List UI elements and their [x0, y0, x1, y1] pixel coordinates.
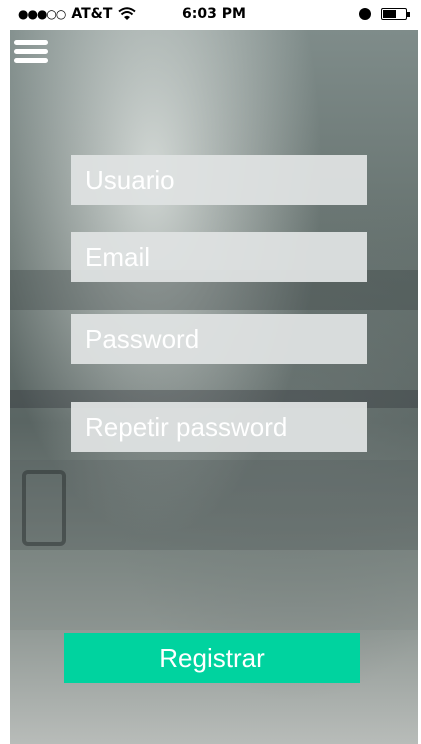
carrier-group: ●●●○○ AT&T [18, 6, 137, 22]
status-bar: ●●●○○ AT&T 6:03 PM [0, 0, 421, 30]
carrier-name: AT&T [71, 6, 113, 22]
password-input[interactable] [71, 314, 367, 364]
repeat-password-input[interactable] [71, 402, 367, 452]
background-shape [22, 470, 66, 546]
battery-icon [381, 8, 410, 20]
email-input[interactable] [71, 232, 367, 282]
register-button[interactable]: Registrar [64, 633, 360, 683]
app-screen: Registrar [10, 30, 418, 744]
signal-strength-icon: ●●●○○ [18, 7, 66, 21]
background-layer [10, 460, 418, 550]
menu-bar [14, 49, 48, 54]
status-time: 6:03 PM [182, 6, 246, 22]
hamburger-menu-icon[interactable] [14, 40, 48, 64]
wifi-icon [118, 7, 137, 20]
background-layer [10, 550, 418, 630]
menu-bar [14, 58, 48, 63]
alarm-icon [359, 8, 371, 20]
usuario-input[interactable] [71, 155, 367, 205]
status-right-icons [359, 8, 410, 20]
menu-bar [14, 40, 48, 45]
